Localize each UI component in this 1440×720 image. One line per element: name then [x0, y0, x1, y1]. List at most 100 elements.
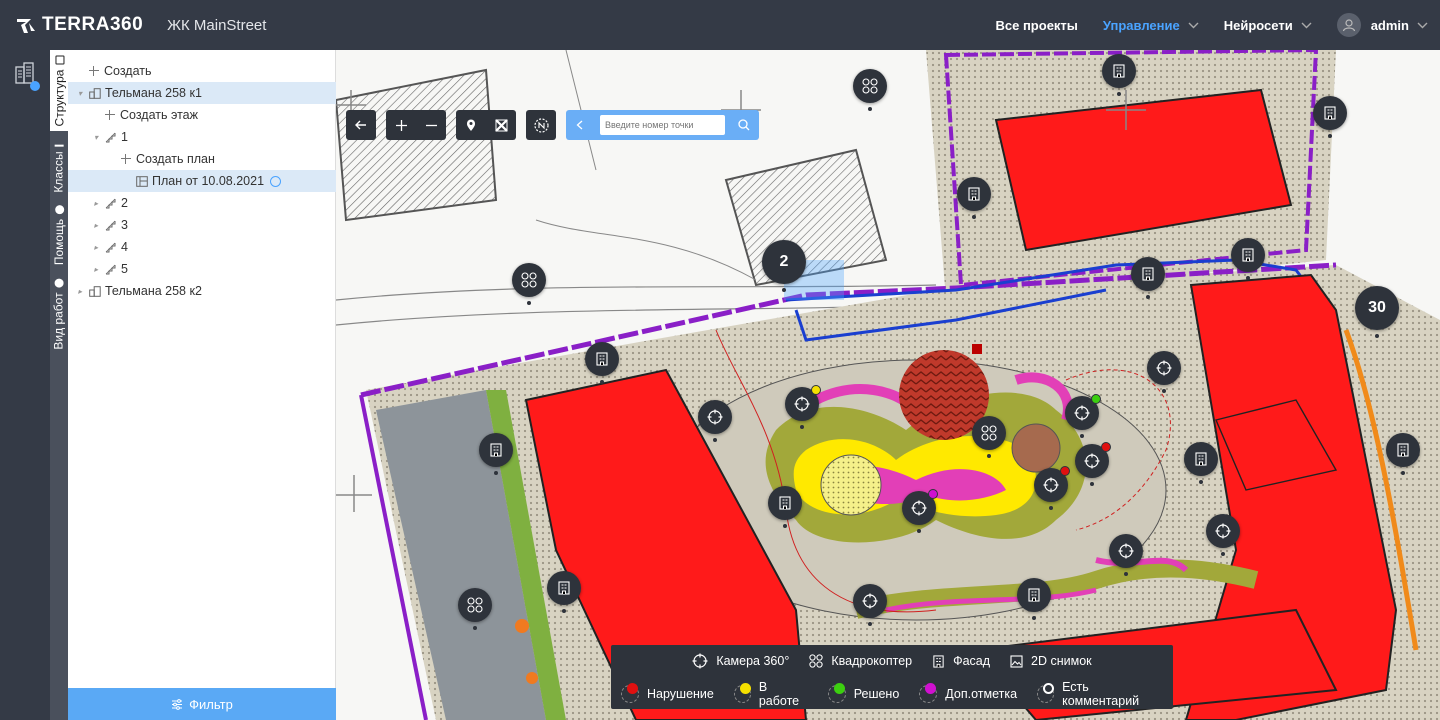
tree-plan[interactable]: План от 10.08.2021: [68, 170, 336, 192]
facade-marker[interactable]: [1131, 257, 1165, 299]
status-violation-dot: [1101, 442, 1111, 452]
legend-camera360[interactable]: Камера 360°: [692, 653, 789, 669]
camera360-marker[interactable]: [1075, 442, 1111, 486]
tab-help[interactable]: Помощь: [50, 199, 68, 271]
drone-marker[interactable]: [972, 416, 1006, 458]
tree-building-1[interactable]: ▾ Тельмана 258 к1: [68, 82, 336, 104]
facade-marker[interactable]: [957, 177, 991, 219]
point-search: [566, 110, 759, 140]
camera360-marker[interactable]: [1206, 514, 1240, 556]
legend-resolved-label: Решено: [853, 687, 900, 701]
back-button[interactable]: [346, 110, 376, 140]
legend-resolved[interactable]: Решено: [827, 683, 900, 703]
in-progress-status-icon: [733, 683, 751, 703]
chevron-left-icon[interactable]: [576, 120, 583, 130]
tab-classes[interactable]: Классы: [50, 131, 68, 199]
cluster-marker[interactable]: 2: [762, 240, 806, 292]
legend-violation[interactable]: Нарушение: [621, 683, 714, 703]
tree-floor-3[interactable]: ▸ 3: [68, 214, 336, 236]
tab-work-type[interactable]: Вид работ: [50, 271, 68, 357]
legend-violation-label: Нарушение: [647, 687, 714, 701]
camera360-marker[interactable]: [1065, 394, 1101, 438]
structure-icon: [54, 55, 64, 65]
tab-structure[interactable]: Структура: [50, 50, 68, 131]
caret-down-icon: ▾: [93, 132, 98, 142]
legend-facade[interactable]: Фасад: [932, 654, 990, 668]
nav-neural[interactable]: Нейросети: [1224, 18, 1312, 33]
stairs-icon: [105, 242, 116, 252]
nav-all-projects-label: Все проекты: [995, 17, 1078, 33]
crosshair-icon: [911, 500, 927, 516]
user-menu[interactable]: admin: [1336, 13, 1428, 37]
tree-floor-2[interactable]: ▸ 2: [68, 192, 336, 214]
legend-extra[interactable]: Доп.отметка: [919, 683, 1017, 703]
tab-help-label: Помощь: [52, 218, 67, 266]
tree-create[interactable]: Создать: [68, 60, 336, 82]
tree-building-2[interactable]: ▸ Тельмана 258 к2: [68, 280, 336, 302]
legend-in-progress[interactable]: В работе: [733, 680, 808, 708]
status-resolved-dot: [1091, 394, 1101, 404]
legend-drone-label: Квадрокоптер: [831, 654, 913, 668]
facade-marker[interactable]: [1313, 96, 1347, 138]
tree-create-plan[interactable]: Создать план: [68, 148, 336, 170]
chevron-down-icon: [1188, 22, 1199, 28]
tree-floor-5[interactable]: ▸ 5: [68, 258, 336, 280]
drone-marker[interactable]: [853, 69, 887, 111]
drone-marker[interactable]: [458, 588, 492, 630]
cluster-marker[interactable]: 30: [1355, 286, 1399, 338]
legend-drone[interactable]: Квадрокоптер: [809, 654, 912, 668]
camera360-marker[interactable]: [853, 584, 887, 626]
comment-status-icon: [1037, 683, 1055, 703]
search-icon[interactable]: [738, 119, 750, 131]
logo[interactable]: TERRA360: [16, 14, 143, 36]
fit-view-button[interactable]: [486, 110, 516, 140]
facade-marker[interactable]: [1102, 54, 1136, 96]
help-icon: [54, 204, 64, 214]
extra-status-icon: [919, 683, 938, 703]
tree-floor-4[interactable]: ▸ 4: [68, 236, 336, 258]
legend-comment[interactable]: Есть комментарий: [1037, 680, 1163, 708]
facade-marker[interactable]: [1386, 433, 1420, 475]
facade-marker[interactable]: [768, 486, 802, 528]
add-point-button[interactable]: [456, 110, 486, 140]
facade-marker[interactable]: [1017, 578, 1051, 620]
avatar: [1336, 13, 1361, 37]
crosshair-icon: [1118, 543, 1134, 559]
camera360-marker[interactable]: [1109, 534, 1143, 576]
facade-marker[interactable]: [1231, 238, 1265, 280]
camera360-marker[interactable]: [1147, 351, 1181, 393]
tree-floor-3-label: 3: [121, 218, 128, 232]
facade-marker[interactable]: [1184, 442, 1218, 484]
caret-right-icon: ▸: [93, 242, 98, 252]
facade-icon: [1397, 443, 1409, 457]
facade-marker[interactable]: [585, 342, 619, 384]
tab-work-type-label: Вид работ: [52, 292, 67, 350]
facade-marker[interactable]: [547, 571, 581, 613]
chevron-down-icon: [1417, 22, 1428, 28]
drone-marker[interactable]: [512, 263, 546, 305]
zoom-out-button[interactable]: [416, 110, 446, 140]
legend-camera360-label: Камера 360°: [716, 654, 790, 668]
filter-button[interactable]: Фильтр: [68, 688, 336, 720]
facade-icon: [1028, 588, 1040, 602]
nav-all-projects[interactable]: Все проекты: [996, 18, 1078, 33]
legend-2d-label: 2D снимок: [1031, 654, 1092, 668]
camera360-marker[interactable]: [785, 385, 821, 429]
project-name: ЖК MainStreet: [167, 16, 267, 34]
legend-2d[interactable]: 2D снимок: [1010, 654, 1092, 668]
north-button[interactable]: [526, 110, 556, 140]
site-plan-map[interactable]: 2 30 Камера 360° Квадрокоптер Фасад 2D с…: [336, 50, 1440, 720]
tree-floor-1[interactable]: ▾ 1: [68, 126, 336, 148]
map-legend: Камера 360° Квадрокоптер Фасад 2D снимок…: [611, 645, 1173, 709]
vertical-tabs: Структура Классы Помощь Вид работ: [50, 50, 68, 720]
camera360-marker[interactable]: [698, 400, 732, 442]
nav-management[interactable]: Управление: [1103, 18, 1199, 33]
camera360-marker[interactable]: [1034, 466, 1070, 510]
camera360-marker[interactable]: [902, 489, 938, 533]
facade-marker[interactable]: [479, 433, 513, 475]
point-search-input[interactable]: [600, 115, 725, 135]
nav-management-label: Управление: [1102, 17, 1180, 33]
zoom-in-button[interactable]: [386, 110, 416, 140]
crosshair-icon: [794, 396, 810, 412]
tree-create-floor[interactable]: Создать этаж: [68, 104, 336, 126]
